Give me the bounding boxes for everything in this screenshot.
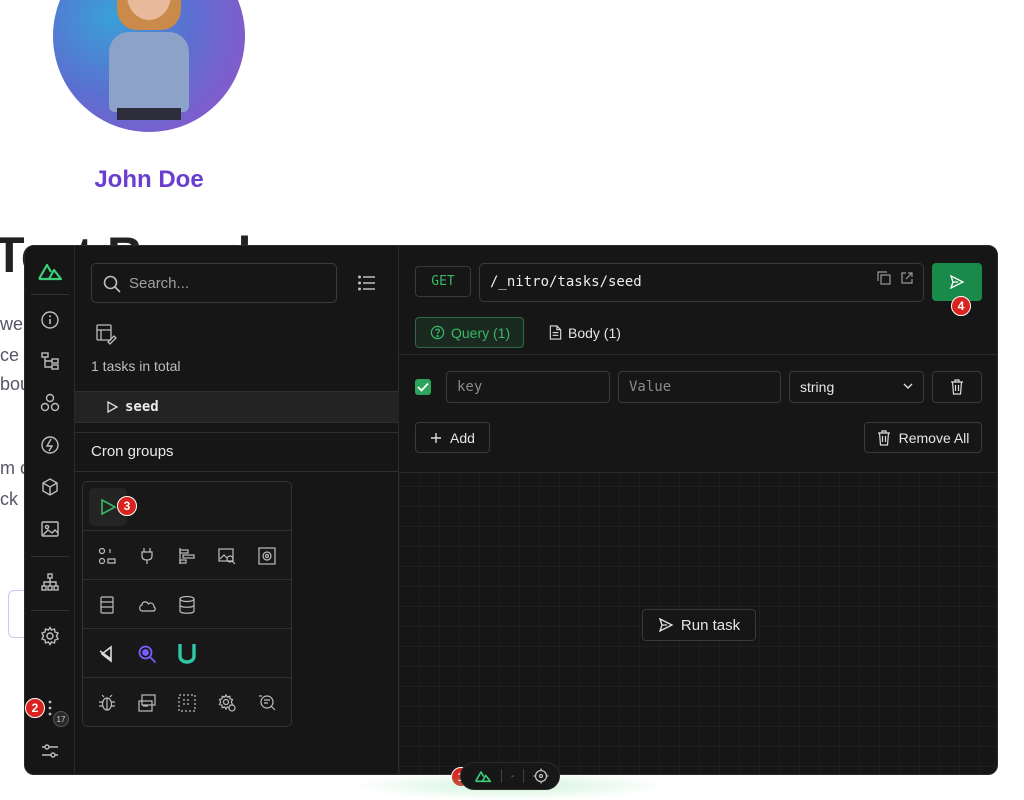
assets-icon[interactable] xyxy=(38,517,62,541)
vscode-icon[interactable] xyxy=(96,643,118,665)
nuxt-logo[interactable] xyxy=(36,259,64,283)
step-badge-3: 3 xyxy=(117,496,137,516)
components-tree-icon[interactable] xyxy=(38,349,62,373)
add-param-button[interactable]: Add xyxy=(415,422,490,453)
database-icon[interactable] xyxy=(176,594,198,616)
devtools-toggle-bar[interactable]: - xyxy=(460,762,560,790)
url-field[interactable]: /_nitro/tasks/seed xyxy=(479,263,924,302)
devtools-sidebar xyxy=(25,246,75,774)
help-circle-icon xyxy=(430,325,445,340)
image-search-icon[interactable] xyxy=(216,545,238,567)
bg-text-line: ck xyxy=(0,489,18,509)
timeline-icon[interactable] xyxy=(176,545,198,567)
task-runner-panel: GET /_nitro/tasks/seed Query (1) Body (1… xyxy=(399,246,997,774)
bug-icon[interactable] xyxy=(96,692,118,714)
tab-query[interactable]: Query (1) xyxy=(415,317,524,348)
separator-dash: - xyxy=(511,770,515,782)
popup-row xyxy=(83,580,291,629)
plugin-icon[interactable] xyxy=(136,545,158,567)
query-key-input[interactable]: key xyxy=(446,371,610,403)
info-icon[interactable] xyxy=(38,308,62,332)
url-text: /_nitro/tasks/seed xyxy=(490,274,642,290)
sliders-icon[interactable] xyxy=(38,739,62,763)
avatar-illustration xyxy=(109,0,189,132)
add-label: Add xyxy=(450,429,475,446)
storage-icon[interactable] xyxy=(96,594,118,616)
method-badge[interactable]: GET xyxy=(415,266,471,297)
cloud-icon[interactable] xyxy=(136,594,158,616)
cron-groups-heading: Cron groups xyxy=(91,443,174,460)
tab-query-label: Query (1) xyxy=(451,324,511,341)
profile-name: John Doe xyxy=(94,166,204,193)
inspect-icon[interactable] xyxy=(136,643,158,665)
search-code-icon[interactable] xyxy=(256,692,278,714)
document-icon xyxy=(549,325,562,340)
bg-text-line: ce xyxy=(0,345,20,365)
chevron-down-icon xyxy=(903,383,913,389)
remove-all-label: Remove All xyxy=(898,429,970,446)
routes-tree-icon[interactable] xyxy=(38,570,62,594)
list-view-icon[interactable] xyxy=(357,273,377,293)
trash-icon xyxy=(877,429,890,446)
check-icon xyxy=(417,382,429,392)
more-tools-count: 17 xyxy=(53,711,69,727)
search-icon xyxy=(103,275,121,293)
task-name: seed xyxy=(125,399,159,415)
modules-icon[interactable] xyxy=(38,391,62,415)
popup-row xyxy=(83,678,291,727)
tab-body-label: Body (1) xyxy=(568,324,621,341)
task-list-icon xyxy=(96,324,117,345)
nuxt-logo-icon xyxy=(474,771,492,783)
settings-icon[interactable] xyxy=(38,624,62,648)
play-icon xyxy=(107,400,119,414)
virtual-files-icon[interactable] xyxy=(176,692,198,714)
send-icon xyxy=(949,274,965,290)
play-icon xyxy=(101,498,117,516)
runtime-config-icon[interactable] xyxy=(216,692,238,714)
popup-row xyxy=(83,629,291,678)
external-link-icon[interactable] xyxy=(900,271,914,285)
unocss-icon[interactable] xyxy=(176,643,198,665)
copy-icon[interactable] xyxy=(877,271,891,285)
server-routes-icon[interactable] xyxy=(136,692,158,714)
send-icon xyxy=(658,617,674,633)
delete-param-button[interactable] xyxy=(932,371,982,403)
payload-icon[interactable] xyxy=(38,475,62,499)
run-task-button[interactable]: Run task xyxy=(642,609,756,641)
search-input[interactable]: Search... xyxy=(91,263,337,303)
hooks-icon[interactable] xyxy=(38,433,62,457)
query-type-value: string xyxy=(800,379,835,395)
profile-avatar xyxy=(53,0,245,132)
bg-text-line: wel xyxy=(0,314,28,334)
task-item-seed[interactable]: seed xyxy=(75,391,399,423)
screenshot-icon[interactable] xyxy=(256,545,278,567)
task-count: 1 tasks in total xyxy=(91,358,181,374)
popup-row xyxy=(83,482,291,531)
trash-icon xyxy=(951,379,963,395)
send-button[interactable] xyxy=(932,263,982,301)
step-badge-2: 2 xyxy=(25,698,45,718)
request-editor: GET /_nitro/tasks/seed Query (1) Body (1… xyxy=(399,246,997,473)
query-type-select[interactable]: string xyxy=(789,371,924,403)
state-icon[interactable] xyxy=(96,545,118,567)
plus-icon xyxy=(431,432,442,443)
search-placeholder: Search... xyxy=(129,275,190,292)
remove-all-button[interactable]: Remove All xyxy=(864,422,982,453)
step-badge-4: 4 xyxy=(951,296,971,316)
query-value-input[interactable]: Value xyxy=(618,371,781,403)
target-icon[interactable] xyxy=(533,768,549,784)
tab-body[interactable]: Body (1) xyxy=(539,317,629,348)
run-task-label: Run task xyxy=(680,616,741,634)
query-enabled-checkbox[interactable] xyxy=(415,379,431,395)
more-tools-popup xyxy=(82,481,292,727)
popup-row xyxy=(83,531,291,580)
